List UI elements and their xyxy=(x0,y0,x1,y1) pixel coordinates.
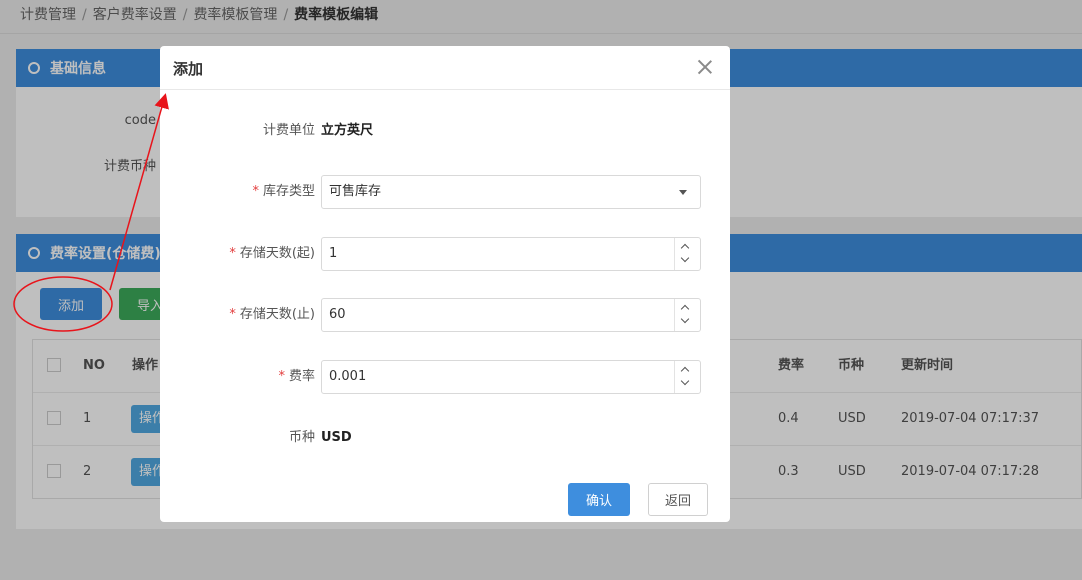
stock-type-row: * 库存类型 可售库存 xyxy=(160,175,730,209)
dialog-title: 添加 xyxy=(173,60,204,78)
rate-input[interactable]: 0.001 xyxy=(321,360,701,394)
add-dialog: 添加 计费单位 立方英尺 * 库存类型 可售库存 * 存储天数(起) 1 * 存储天数… xyxy=(160,46,730,522)
days-end-label-text: 存储天数(止) xyxy=(239,307,315,322)
days-start-label-text: 存储天数(起) xyxy=(239,246,315,261)
days-start-value: 1 xyxy=(329,246,338,261)
chevron-down-icon[interactable] xyxy=(680,314,690,324)
rate-label: * 费率 xyxy=(278,360,315,394)
days-end-stepper xyxy=(674,299,700,331)
days-start-row: * 存储天数(起) 1 xyxy=(160,237,730,271)
required-mark: * xyxy=(229,246,236,261)
chevron-down-icon[interactable] xyxy=(680,253,690,263)
rate-stepper xyxy=(674,361,700,393)
back-button[interactable]: 返回 xyxy=(648,483,708,516)
required-mark: * xyxy=(252,184,259,199)
currency-row: 币种 USD xyxy=(160,421,730,455)
unit-value: 立方英尺 xyxy=(321,123,374,138)
confirm-button[interactable]: 确认 xyxy=(568,483,630,516)
chevron-up-icon[interactable] xyxy=(680,366,690,376)
dialog-divider xyxy=(160,89,730,90)
chevron-up-icon[interactable] xyxy=(680,304,690,314)
days-end-label: * 存储天数(止) xyxy=(229,298,315,332)
caret-down-icon xyxy=(679,190,687,195)
days-start-stepper xyxy=(674,238,700,270)
stock-type-label: * 库存类型 xyxy=(252,175,315,209)
stock-type-selected-value: 可售库存 xyxy=(329,184,382,199)
rate-value: 0.001 xyxy=(329,369,367,384)
currency-value: USD xyxy=(321,430,352,445)
currency-label: 币种 xyxy=(288,430,315,445)
days-start-input[interactable]: 1 xyxy=(321,237,701,271)
days-end-value: 60 xyxy=(329,307,346,322)
days-start-label: * 存储天数(起) xyxy=(229,237,315,271)
days-end-input[interactable]: 60 xyxy=(321,298,701,332)
rate-label-text: 费率 xyxy=(288,369,315,384)
required-mark: * xyxy=(278,369,285,384)
unit-row: 计费单位 立方英尺 xyxy=(160,114,730,148)
chevron-up-icon[interactable] xyxy=(680,243,690,253)
rate-row: * 费率 0.001 xyxy=(160,360,730,394)
chevron-down-icon[interactable] xyxy=(680,376,690,386)
unit-label: 计费单位 xyxy=(262,123,315,138)
close-icon[interactable] xyxy=(698,60,712,74)
required-mark: * xyxy=(229,307,236,322)
stock-type-label-text: 库存类型 xyxy=(262,184,315,199)
days-end-row: * 存储天数(止) 60 xyxy=(160,298,730,332)
stock-type-select[interactable]: 可售库存 xyxy=(321,175,701,209)
